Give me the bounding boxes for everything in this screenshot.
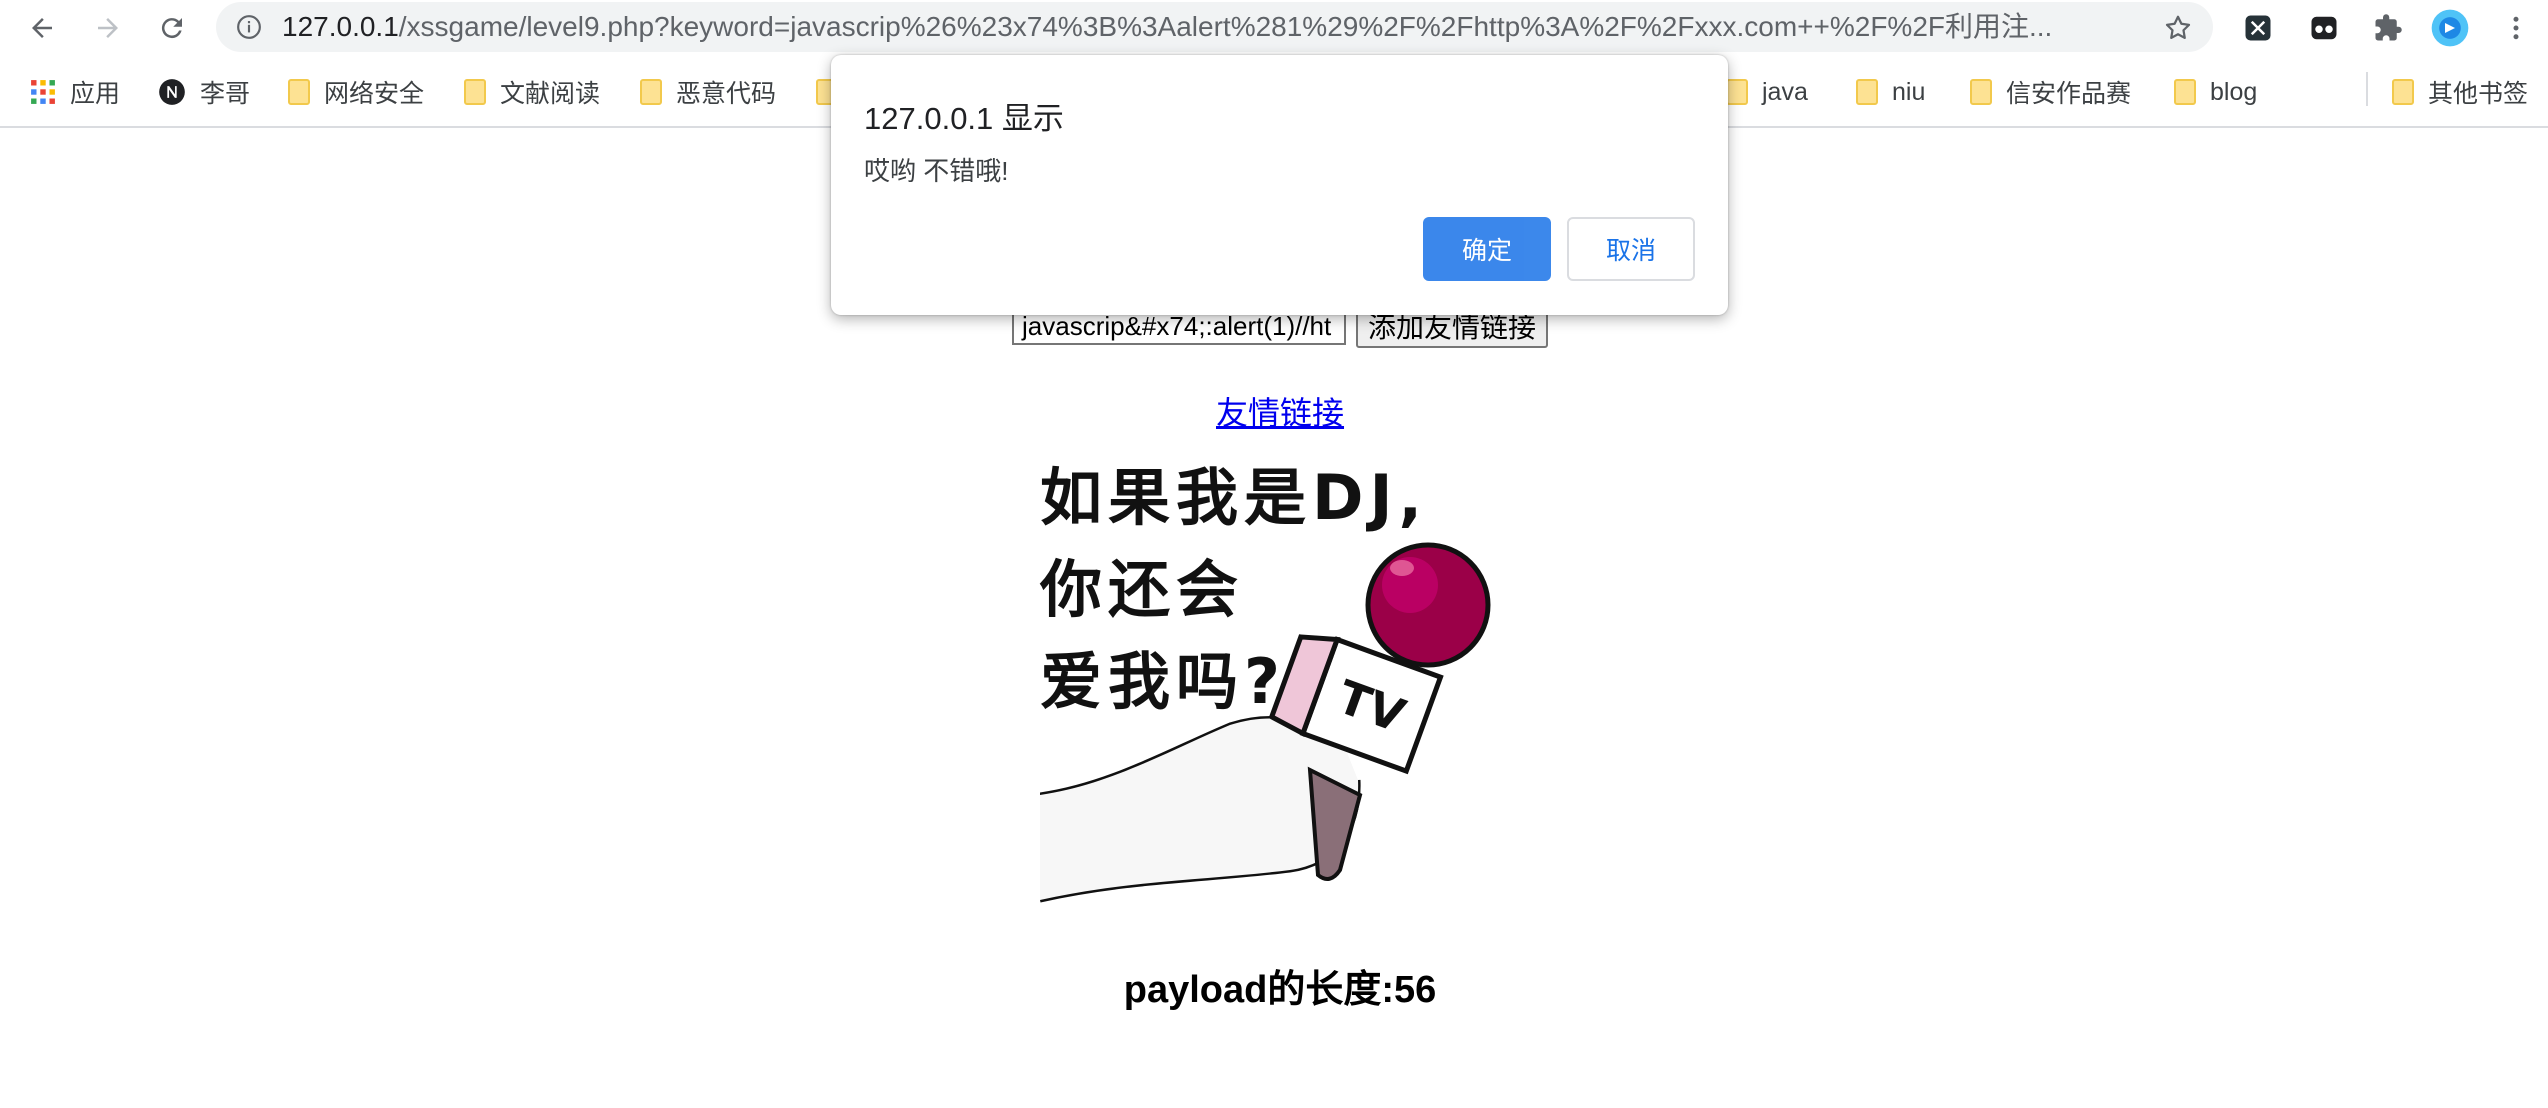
- folder-icon: [1726, 79, 1748, 105]
- back-button[interactable]: [22, 8, 62, 48]
- avatar-icon: [2431, 9, 2469, 47]
- bookmark-label: 文献阅读: [500, 80, 601, 108]
- bookmark-separator: [2366, 72, 2368, 106]
- bookmark-label: java: [1762, 77, 1808, 106]
- bookmark-label: 网络安全: [324, 80, 425, 108]
- bookmark-label: 李哥: [200, 80, 251, 108]
- bookmark-label: 恶意代码: [676, 80, 777, 108]
- ok-button[interactable]: 确定: [1423, 217, 1551, 281]
- folder-icon: [2392, 79, 2414, 105]
- star-icon[interactable]: [2163, 13, 2193, 43]
- folder-icon: [464, 79, 486, 105]
- folder-icon: [288, 79, 310, 105]
- alert-dialog: 127.0.0.1 显示 哎哟 不错哦! 确定 取消: [831, 55, 1728, 315]
- bookmark-folder-blog[interactable]: blog: [2174, 72, 2257, 112]
- arrow-left-icon: [32, 18, 52, 38]
- payload-length-text: payload的长度:56: [1123, 969, 1437, 1011]
- extension-x-button[interactable]: [2238, 8, 2278, 48]
- bookmark-lige[interactable]: 李哥: [158, 72, 250, 112]
- url-host: 127.0.0.1: [282, 11, 399, 42]
- browser-menu-button[interactable]: [2496, 8, 2536, 48]
- arrow-right-icon: [98, 18, 118, 38]
- extensions-button[interactable]: [2368, 8, 2408, 48]
- info-icon[interactable]: [236, 14, 262, 40]
- bookmark-label: niu: [1892, 77, 1926, 106]
- folder-icon: [1970, 79, 1992, 105]
- apps-grid-icon: [31, 80, 55, 104]
- extension-mask-button[interactable]: [2304, 8, 2344, 48]
- notion-icon: [159, 79, 185, 105]
- bookmark-folder-eyidaima[interactable]: 恶意代码: [640, 72, 776, 112]
- meme-line-2: 你还会: [1040, 553, 1245, 626]
- url-path: /xssgame/level9.php?keyword=javascrip%26…: [398, 11, 2053, 42]
- reload-button[interactable]: [152, 8, 192, 48]
- dialog-message: 哎哟 不错哦!: [864, 156, 1009, 186]
- cancel-button[interactable]: 取消: [1567, 217, 1695, 281]
- dialog-title: 127.0.0.1 显示: [864, 101, 1064, 136]
- puzzle-icon: [2375, 14, 2402, 41]
- mask-extension-icon: [2311, 16, 2337, 40]
- bookmark-folder-wangluoanquan[interactable]: 网络安全: [288, 72, 424, 112]
- folder-icon: [1856, 79, 1878, 105]
- browser-toolbar: 127.0.0.1/xssgame/level9.php?keyword=jav…: [0, 0, 2548, 56]
- bookmark-folder-xinanzuopinsai[interactable]: 信安作品赛: [1970, 72, 2131, 112]
- bookmark-folder-niu[interactable]: niu: [1856, 72, 1925, 112]
- meme-line-3: 爱我吗?: [1040, 645, 1286, 718]
- bookmark-folder-other[interactable]: 其他书签: [2392, 72, 2528, 112]
- bookmark-folder-java[interactable]: java: [1726, 72, 1808, 112]
- bookmark-apps[interactable]: 应用: [30, 72, 120, 112]
- bookmark-label: 其他书签: [2428, 80, 2529, 108]
- address-bar[interactable]: 127.0.0.1/xssgame/level9.php?keyword=jav…: [216, 2, 2213, 52]
- bookmark-apps-label: 应用: [70, 80, 121, 108]
- folder-icon: [2174, 79, 2196, 105]
- bookmark-folder-wenxianyuedu[interactable]: 文献阅读: [464, 72, 600, 112]
- profile-avatar[interactable]: [2430, 8, 2470, 48]
- forward-button[interactable]: [88, 8, 128, 48]
- folder-icon: [640, 79, 662, 105]
- meme-caption: 如果我是DJ, 你还会 爱我吗?: [1040, 452, 1500, 728]
- reload-icon: [161, 18, 182, 39]
- kebab-menu-icon: [2513, 16, 2519, 40]
- meme-line-1: 如果我是DJ,: [1040, 461, 1429, 534]
- x-extension-icon: [2245, 15, 2271, 41]
- url-text[interactable]: 127.0.0.1/xssgame/level9.php?keyword=jav…: [282, 2, 2102, 52]
- friend-link[interactable]: 友情链接: [1216, 388, 1344, 434]
- bookmark-label: blog: [2210, 77, 2258, 106]
- bookmark-label: 信安作品赛: [2006, 80, 2132, 108]
